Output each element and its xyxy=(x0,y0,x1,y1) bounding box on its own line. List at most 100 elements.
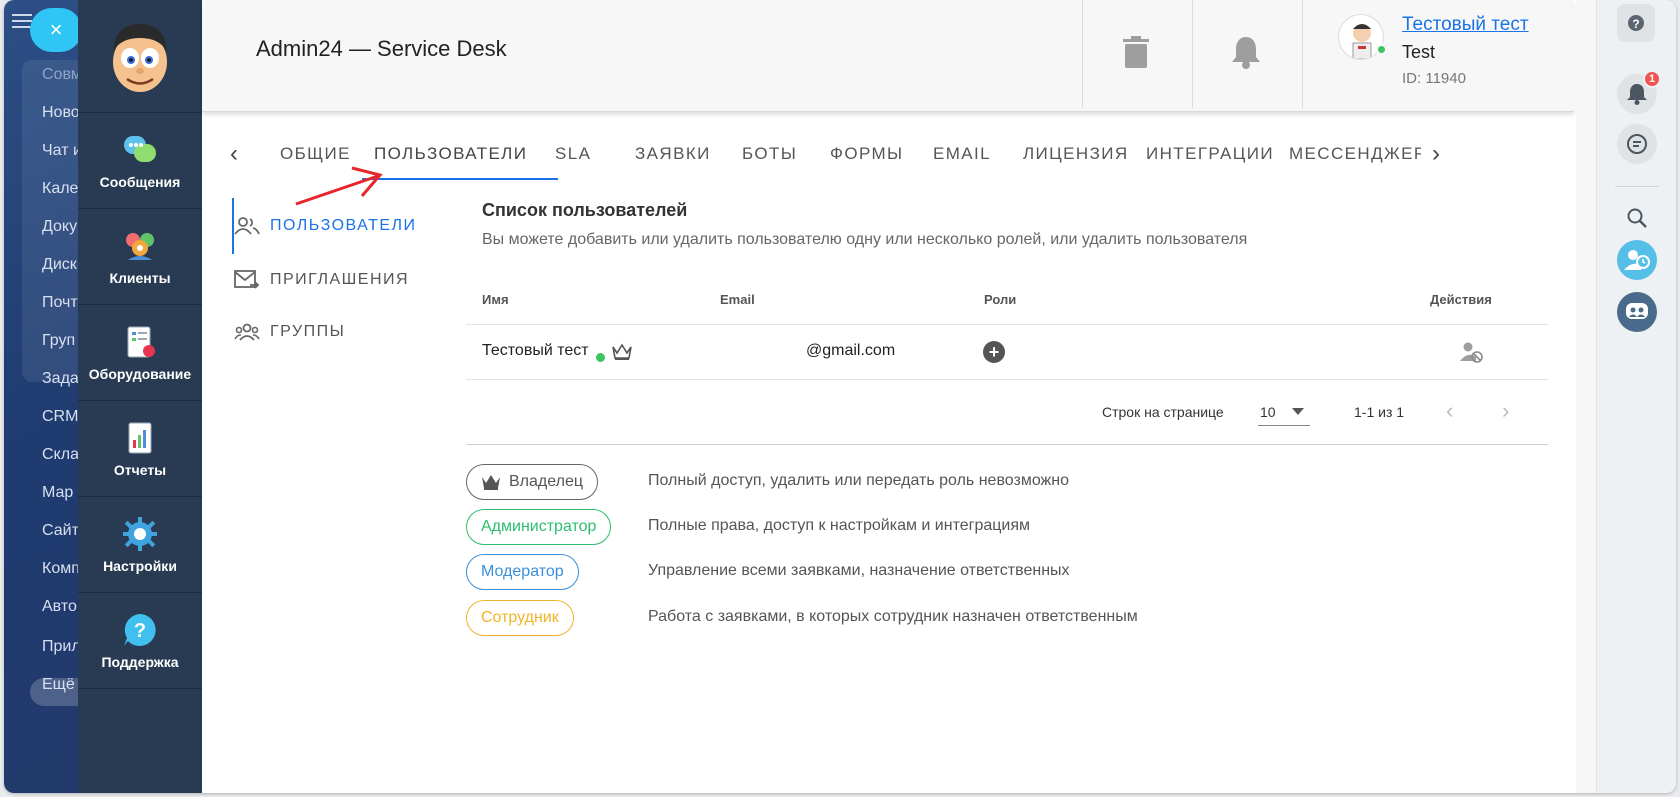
right-notifications-button[interactable]: 1 xyxy=(1617,70,1661,114)
column-header-roles[interactable]: Роли xyxy=(984,292,1016,307)
crown-icon xyxy=(612,343,632,360)
bitrix-menu-item[interactable]: Чат и xyxy=(42,142,82,160)
tab-tickets[interactable]: ЗАЯВКИ xyxy=(635,144,711,164)
nav-item-equipment[interactable]: Оборудование xyxy=(78,305,202,401)
user-email-cell: @gmail.com xyxy=(806,342,896,359)
nav-item-clients[interactable]: Клиенты xyxy=(78,209,202,305)
side-menu-invitations[interactable]: ПРИГЛАШЕНИЯ xyxy=(234,262,409,298)
bitrix-menu-item[interactable]: Груп xyxy=(42,332,75,350)
chat-button[interactable] xyxy=(1617,124,1657,164)
tab-email[interactable]: EMAIL xyxy=(933,144,991,164)
settings-tabs: ‹ ОБЩИЕ ПОЛЬЗОВАТЕЛИ SLA ЗАЯВКИ БОТЫ ФОР… xyxy=(202,130,1576,182)
nav-item-label: Клиенты xyxy=(109,269,171,286)
prev-page-button[interactable]: ‹ xyxy=(1446,398,1453,424)
user-role: Test xyxy=(1402,42,1436,62)
rows-per-page-select[interactable]: 10 xyxy=(1258,396,1310,426)
trash-icon xyxy=(1123,36,1149,68)
role-chip-owner: Владелец xyxy=(466,464,599,500)
bitrix-menu-item[interactable]: Почт xyxy=(42,294,78,312)
tab-integrations[interactable]: ИНТЕГРАЦИИ xyxy=(1146,144,1274,164)
user-id: ID: 11940 xyxy=(1402,70,1466,87)
rows-per-page-value: 10 xyxy=(1260,404,1276,420)
role-chip-label: Модератор xyxy=(481,563,564,580)
bitrix-menu-item[interactable]: Скла xyxy=(42,446,79,464)
clients-icon xyxy=(126,232,154,260)
role-chip-label: Владелец xyxy=(509,473,584,490)
trash-button[interactable] xyxy=(1112,28,1160,76)
column-header-name[interactable]: Имя xyxy=(482,292,509,307)
users-list-title: Список пользователей xyxy=(482,200,688,220)
header-divider xyxy=(1192,0,1193,108)
users-table: Имя Email Роли Действия Тестовый тест @g… xyxy=(466,270,1548,450)
header-divider xyxy=(1082,0,1083,108)
role-description: Работа с заявками, в которых сотрудник н… xyxy=(648,608,1138,625)
remove-user-icon[interactable] xyxy=(1460,341,1484,363)
tab-sla[interactable]: SLA xyxy=(555,144,591,164)
group-chat-icon xyxy=(1626,303,1648,319)
table-row: Тестовый тест @gmail.com + xyxy=(466,325,1548,379)
bitrix-menu-item[interactable]: Совм xyxy=(42,66,82,84)
user-name-link[interactable]: Тестовый тест xyxy=(1402,14,1529,36)
equipment-icon xyxy=(127,326,155,357)
bitrix-menu-item[interactable]: Ещё xyxy=(42,676,75,694)
side-menu-label: ПОЛЬЗОВАТЕЛИ xyxy=(270,217,417,234)
bitrix-menu-item[interactable]: Зада xyxy=(42,370,79,388)
nav-item-label: Отчеты xyxy=(113,461,167,478)
tab-bots[interactable]: БОТЫ xyxy=(742,144,797,164)
app-logo-avatar xyxy=(78,0,202,113)
bitrix-menu-item[interactable]: Диск xyxy=(42,256,77,274)
tab-users[interactable]: ПОЛЬЗОВАТЕЛИ xyxy=(374,144,527,164)
tabs-scroll-left-button[interactable]: ‹ xyxy=(222,140,246,168)
search-button[interactable] xyxy=(1617,198,1657,238)
bitrix-menu-item[interactable]: Ново xyxy=(42,104,80,122)
side-menu-groups[interactable]: ГРУППЫ xyxy=(234,314,345,350)
search-icon xyxy=(1627,208,1647,228)
bitrix-menu-item[interactable]: Комп xyxy=(42,560,80,578)
chevron-down-icon xyxy=(1292,408,1304,415)
bitrix-menu-item[interactable]: Сайт xyxy=(42,522,79,540)
scroll-strip xyxy=(1576,0,1596,793)
bitrix-menu-item[interactable]: Мар xyxy=(42,484,73,502)
hamburger-icon[interactable] xyxy=(12,14,32,28)
role-description: Полный доступ, удалить или передать роль… xyxy=(648,472,1069,489)
user-timeline-button[interactable] xyxy=(1617,240,1657,280)
header-divider xyxy=(1302,0,1303,108)
add-role-button[interactable]: + xyxy=(983,341,1005,363)
chat-icon xyxy=(1627,134,1647,154)
nav-item-settings[interactable]: Настройки xyxy=(78,497,202,593)
role-chip-label: Сотрудник xyxy=(481,609,559,626)
settings-icon xyxy=(123,516,157,551)
bell-icon xyxy=(1627,84,1647,105)
bitrix-menu-item[interactable]: Авто xyxy=(42,598,77,616)
app-window: Совм Ново Чат и Кале Доку Диск Почт Груп… xyxy=(4,0,1676,793)
tab-license[interactable]: ЛИЦЕНЗИЯ xyxy=(1023,144,1129,164)
table-bottom-border xyxy=(466,444,1548,445)
user-name-cell: Тестовый тест xyxy=(482,342,589,359)
group-chat-button[interactable] xyxy=(1617,292,1657,332)
app-vertical-nav: Сообщения Клиенты Оборудование Отчеты На… xyxy=(78,0,202,793)
column-header-email[interactable]: Email xyxy=(720,292,755,307)
bitrix-menu-item[interactable]: Прил xyxy=(42,638,81,656)
side-menu-users[interactable]: ПОЛЬЗОВАТЕЛИ xyxy=(234,208,417,244)
tab-messengers[interactable]: МЕССЕНДЖЕРЫ xyxy=(1289,144,1421,164)
next-page-button[interactable]: › xyxy=(1502,398,1509,424)
bitrix-menu-item[interactable]: Кале xyxy=(42,180,78,198)
role-chip-label: Администратор xyxy=(481,518,597,535)
crown-icon xyxy=(482,475,500,490)
online-status-dot xyxy=(1376,44,1387,55)
nav-item-support[interactable]: ? Поддержка xyxy=(78,593,202,689)
bitrix-menu-item[interactable]: Доку xyxy=(42,218,77,236)
tab-forms[interactable]: ФОРМЫ xyxy=(830,144,904,164)
side-menu-label: ГРУППЫ xyxy=(270,323,346,340)
tabs-scroll-right-button[interactable]: › xyxy=(1424,140,1448,168)
nav-item-reports[interactable]: Отчеты xyxy=(78,401,202,497)
support-icon: ? xyxy=(124,613,156,646)
notifications-button[interactable] xyxy=(1222,28,1270,76)
help-button[interactable]: ? xyxy=(1617,4,1655,42)
annotation-arrow-icon xyxy=(295,166,383,206)
bitrix-menu-item[interactable]: CRM xyxy=(42,408,78,426)
nav-item-messages[interactable]: Сообщения xyxy=(78,113,202,209)
role-description: Полные права, доступ к настройкам и инте… xyxy=(648,517,1031,534)
close-button[interactable]: × xyxy=(30,8,82,52)
help-icon: ? xyxy=(1628,15,1644,31)
